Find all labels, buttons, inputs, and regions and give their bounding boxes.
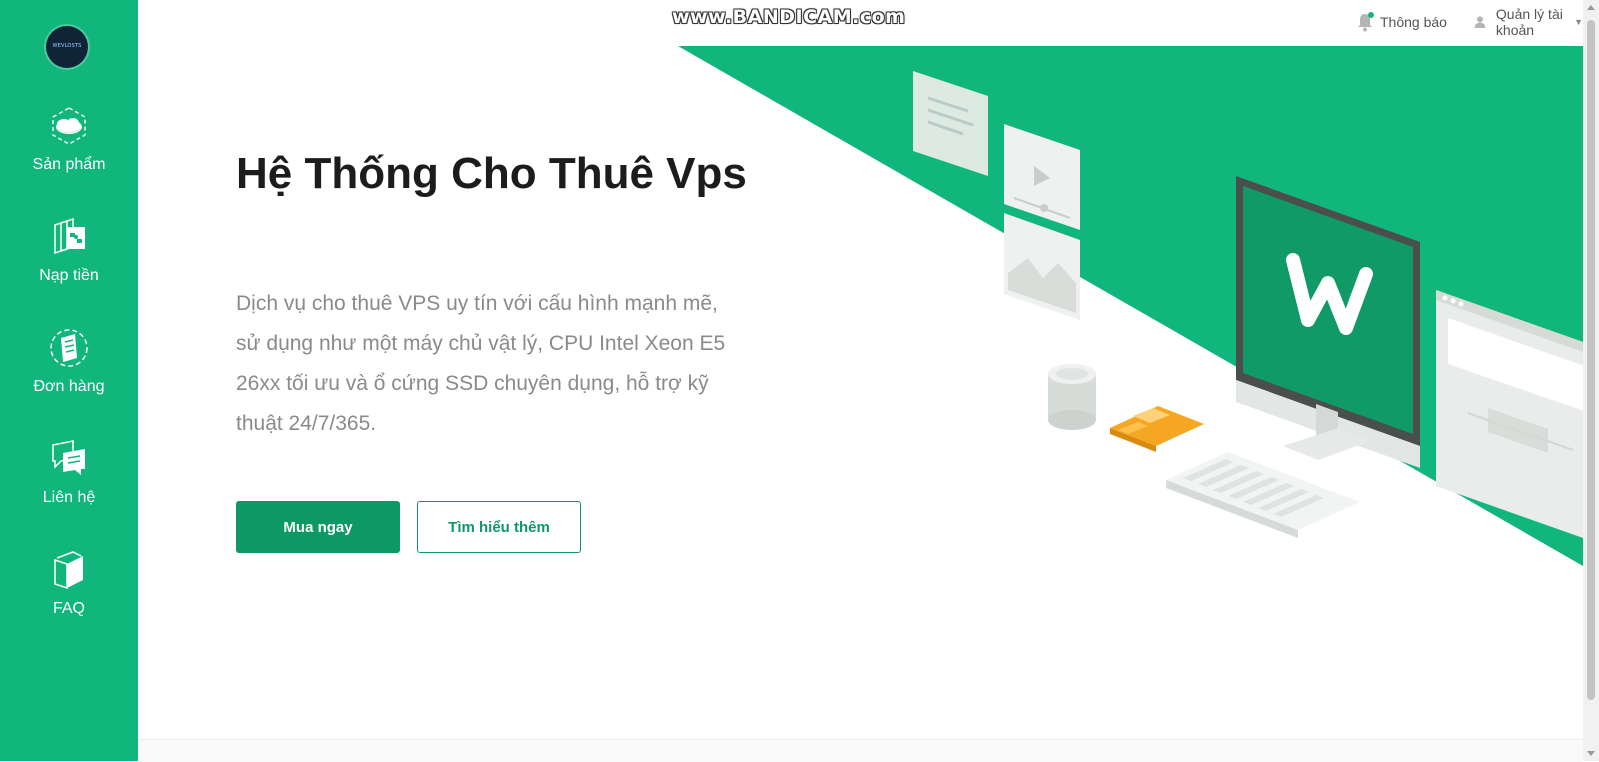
caret-down-icon: ▼ bbox=[1574, 17, 1583, 27]
book-icon bbox=[54, 551, 83, 590]
order-document-icon bbox=[50, 329, 88, 367]
bandicam-watermark: www.BANDICAM.com bbox=[672, 6, 906, 28]
bell-icon bbox=[1358, 12, 1374, 32]
scrollbar-thumb[interactable] bbox=[1587, 20, 1595, 700]
keyboard-illustration bbox=[1166, 452, 1360, 538]
sidebar-item-label: Sản phẩm bbox=[32, 156, 106, 173]
learn-more-button[interactable]: Tìm hiểu thêm bbox=[417, 501, 581, 553]
scroll-up-arrow-icon[interactable] bbox=[1587, 5, 1595, 10]
scroll-down-arrow-icon[interactable] bbox=[1587, 751, 1595, 756]
sidebar-item-faq[interactable]: FAQ bbox=[0, 548, 138, 648]
notifications-label: Thông báo bbox=[1380, 14, 1447, 30]
ssd-card-illustration bbox=[1110, 406, 1204, 452]
chat-contact-icon bbox=[52, 440, 85, 475]
user-icon bbox=[1474, 16, 1486, 28]
sidebar-item-label: Liên hệ bbox=[42, 489, 96, 506]
storage-cylinder-illustration bbox=[1048, 364, 1096, 430]
deposit-icon bbox=[54, 217, 85, 255]
brand-logo[interactable]: WEVLOSTS bbox=[46, 26, 88, 68]
hero-title: Hệ Thống Cho Thuê Vps bbox=[236, 149, 747, 198]
floating-video-panel bbox=[1004, 124, 1080, 230]
account-menu[interactable]: Quản lý tài khoản ▼ bbox=[1474, 6, 1583, 38]
sidebar-item-label: Đơn hàng bbox=[33, 378, 105, 395]
logo-text: WEVLOSTS bbox=[52, 43, 82, 49]
account-label: Quản lý tài khoản bbox=[1495, 6, 1563, 38]
sidebar-item-products[interactable]: Sản phẩm bbox=[0, 104, 138, 204]
cloud-box-icon bbox=[52, 107, 86, 145]
sidebar-item-label: FAQ bbox=[52, 600, 85, 617]
floating-chart-panel bbox=[1004, 213, 1080, 320]
sidebar-item-orders[interactable]: Đơn hàng bbox=[0, 326, 138, 426]
notifications-button[interactable]: Thông báo bbox=[1356, 11, 1447, 33]
sidebar-item-deposit[interactable]: Nạp tiền bbox=[0, 215, 138, 315]
sidebar-item-contact[interactable]: Liên hệ bbox=[0, 437, 138, 537]
page-bottom-strip bbox=[138, 739, 1583, 762]
sidebar: WEVLOSTS Sản phẩm Nạp tiền Đơn hàng Liên… bbox=[0, 0, 138, 761]
hero-section: Hệ Thống Cho Thuê Vps Dịch vụ cho thuê V… bbox=[138, 46, 1583, 739]
browser-window-illustration bbox=[1436, 290, 1583, 538]
sidebar-item-label: Nạp tiền bbox=[39, 267, 99, 284]
computer-desk-illustration bbox=[913, 71, 1583, 538]
hero-description: Dịch vụ cho thuê VPS uy tín với cấu hình… bbox=[236, 292, 726, 435]
monitor-illustration bbox=[1236, 176, 1420, 468]
floating-text-panel bbox=[913, 71, 988, 176]
buy-now-button[interactable]: Mua ngay bbox=[236, 501, 400, 553]
vertical-scrollbar[interactable] bbox=[1583, 0, 1599, 761]
